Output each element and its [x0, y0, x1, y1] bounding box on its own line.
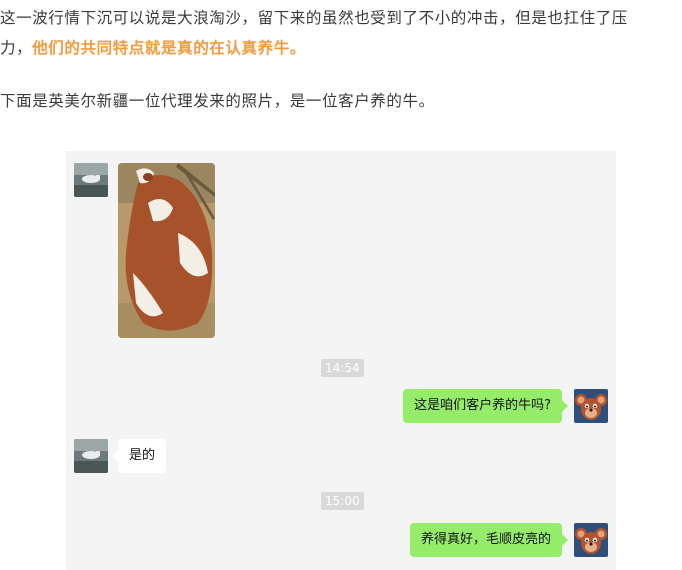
agent-avatar[interactable]	[74, 163, 108, 197]
timestamp-badge: 15:00	[321, 492, 364, 510]
cow-photo-avatar-icon	[74, 439, 108, 473]
cartoon-mouse-avatar-icon	[574, 389, 608, 423]
my-message-bubble[interactable]: 这是咱们客户养的牛吗?	[403, 389, 568, 423]
cow-image-icon	[118, 163, 215, 338]
agent-avatar[interactable]	[74, 439, 108, 473]
highlighted-text: 他们的共同特点就是真的在认真养牛。	[32, 39, 306, 57]
chat-screenshot: 14:54 这是咱们客户养的牛吗? 是的 15:00 养得真好，毛顺皮亮的	[66, 151, 616, 570]
timestamp-badge: 14:54	[321, 359, 364, 377]
paragraph-line: 这一波行情下沉可以说是大浪淘沙，留下来的虽然也受到了不小的冲击，但是也扛住了压	[0, 9, 628, 27]
user-avatar[interactable]	[574, 389, 608, 423]
cow-photo-avatar-icon	[74, 163, 108, 197]
paragraph-line: 力，他们的共同特点就是真的在认真养牛。	[0, 33, 682, 63]
cow-photo[interactable]	[118, 163, 215, 338]
article-paragraph-2: 下面是英美尔新疆一位代理发来的照片，是一位客户养的牛。	[0, 92, 435, 110]
article-paragraph-1: 这一波行情下沉可以说是大浪淘沙，留下来的虽然也受到了不小的冲击，但是也扛住了压 …	[0, 3, 682, 63]
cartoon-mouse-avatar-icon	[574, 523, 608, 557]
user-avatar[interactable]	[574, 523, 608, 557]
other-message-bubble[interactable]: 是的	[111, 439, 167, 473]
paragraph-text: 力，	[0, 39, 33, 57]
my-message-bubble[interactable]: 养得真好，毛顺皮亮的	[409, 523, 569, 557]
